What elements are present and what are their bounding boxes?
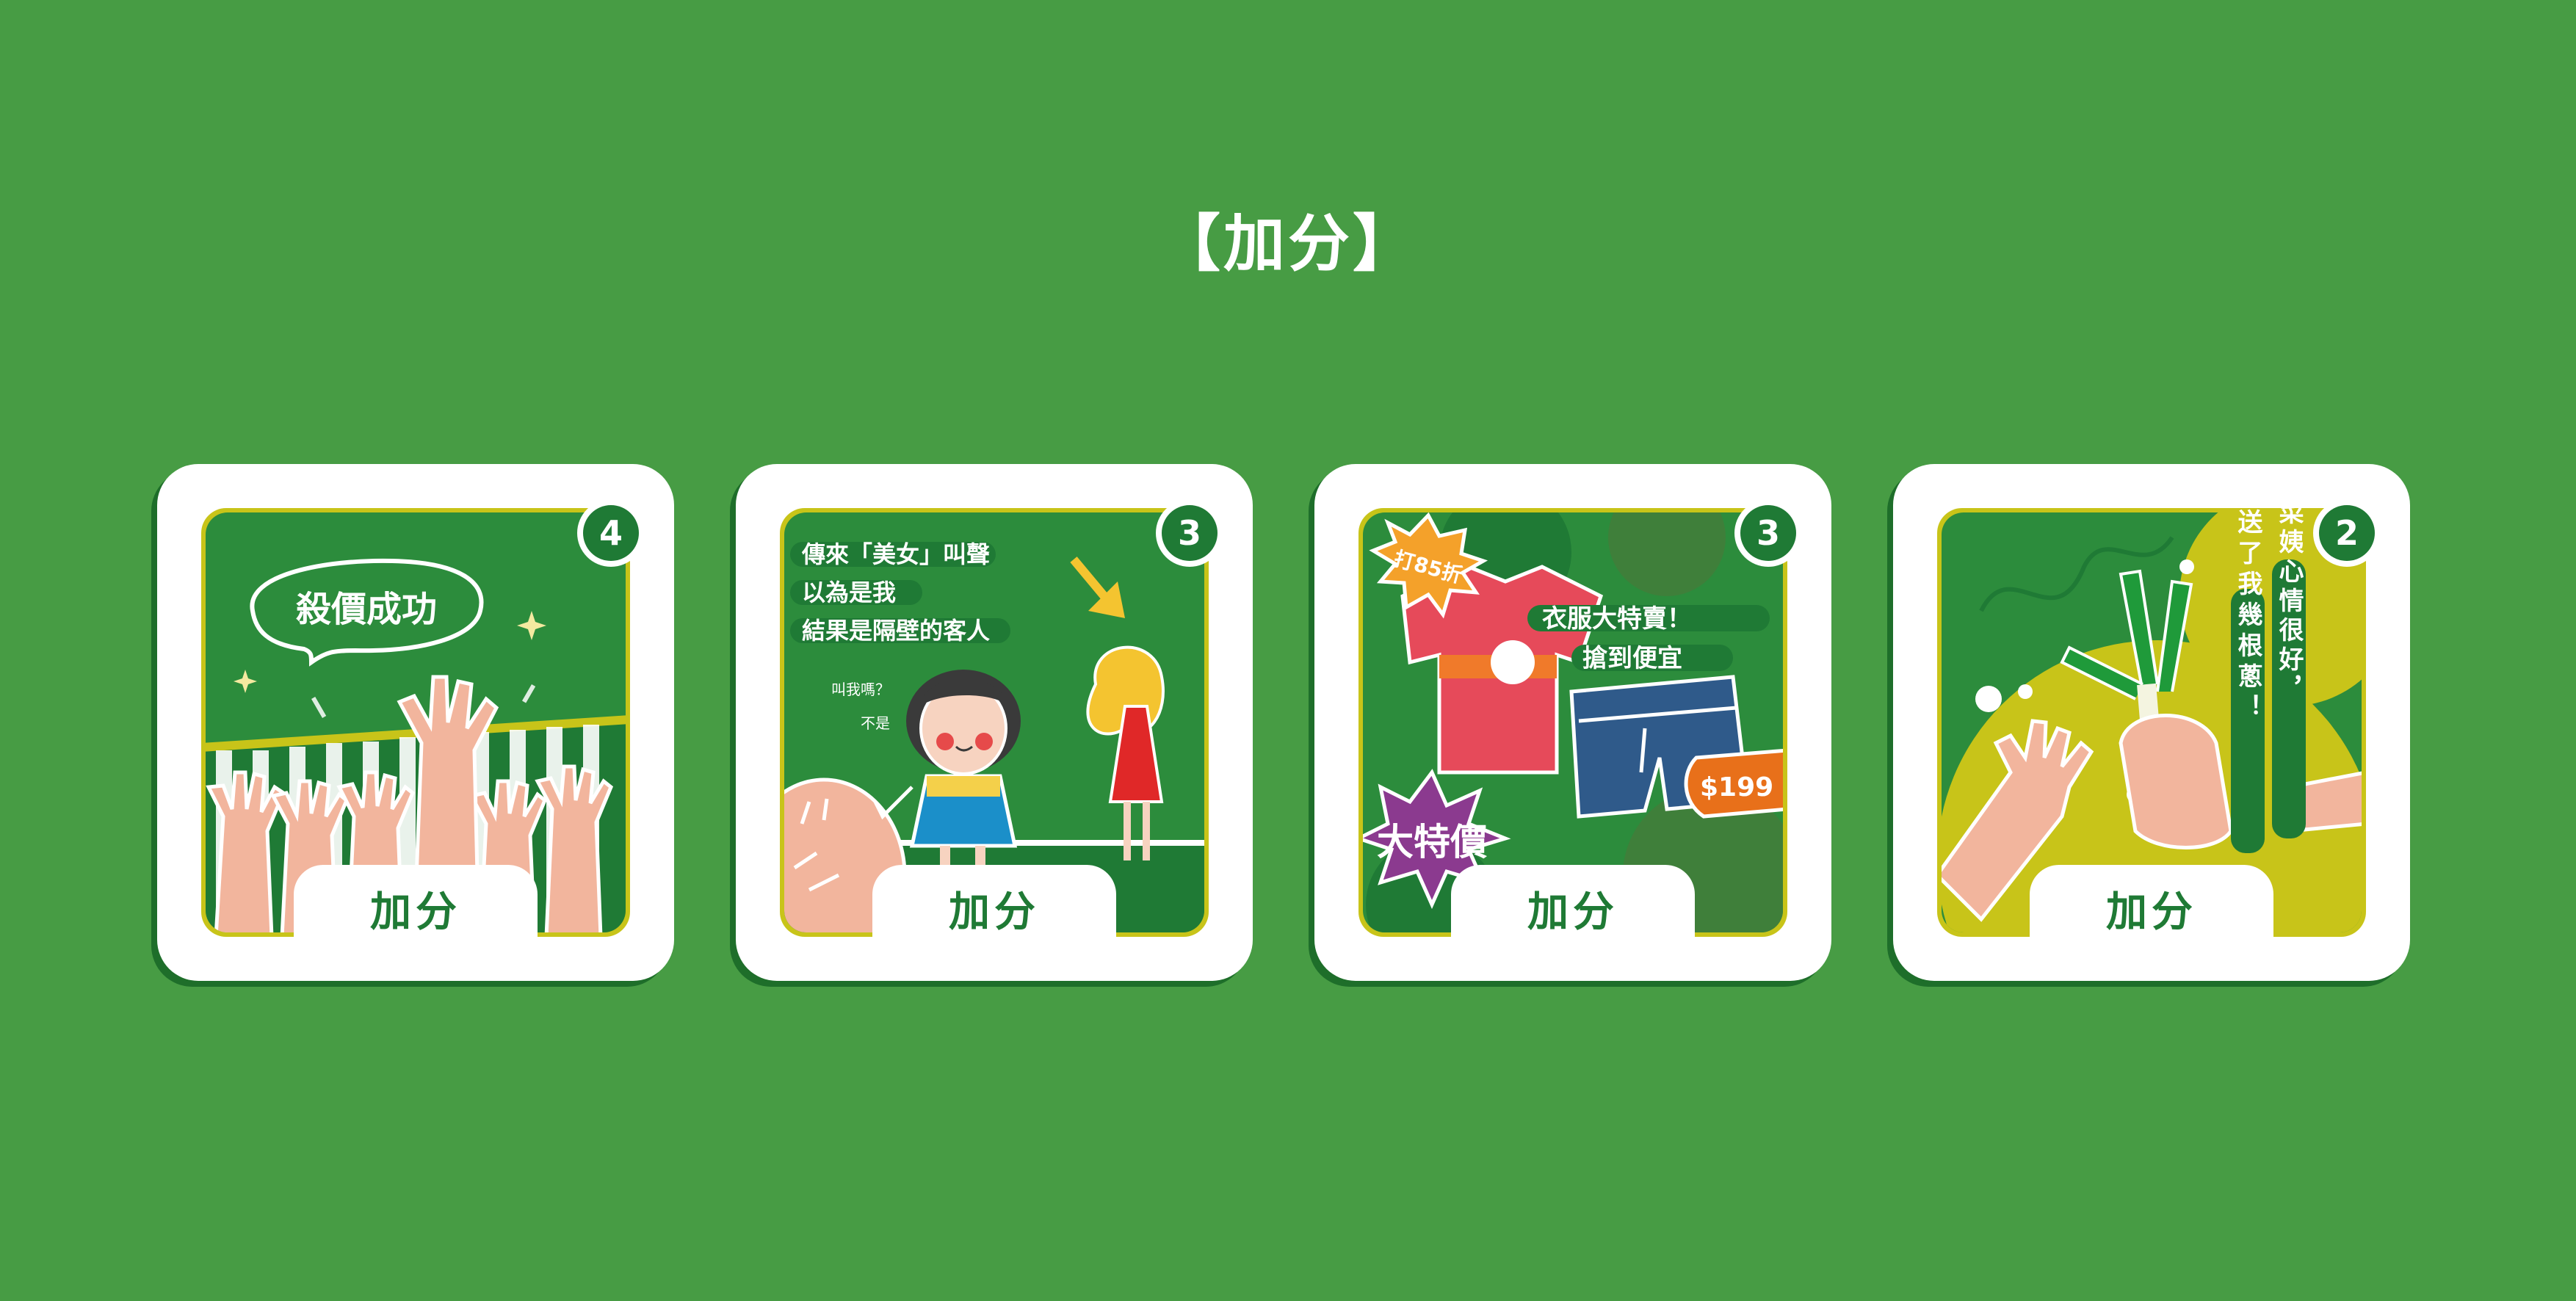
card-kill-price[interactable]: 殺價成功 加分 4 <box>157 464 674 981</box>
card-3-sale: 大特價 <box>1377 821 1487 863</box>
page-title: 【加分】 <box>1158 208 1417 280</box>
score-badge: 4 <box>577 499 645 567</box>
card-4-caption-column-1: 蔬菜姨心情很好， <box>2274 508 2304 705</box>
card-2-answer: 不是 <box>861 714 890 732</box>
score-value: 3 <box>1162 505 1218 561</box>
score-badge: 3 <box>1156 499 1223 567</box>
card-2-caption-line-3: 結果是隔壁的客人 <box>802 617 990 645</box>
card-2-caption-line-1: 傳來「美女」叫聲 <box>801 540 990 568</box>
card-2-question: 叫我嗎？ <box>831 681 890 698</box>
card-clothes-sale[interactable]: 打85折 衣服大特賣！ 搶到便宜 大特價 $199 加分 3 <box>1314 464 1831 981</box>
card-1-caption: 殺價成功 <box>296 589 437 630</box>
score-value: 2 <box>2319 505 2375 561</box>
score-badge: 3 <box>1734 499 1802 567</box>
score-value: 3 <box>1740 505 1796 561</box>
card-beauty-call[interactable]: 傳來「美女」叫聲 以為是我 結果是隔壁的客人 叫我嗎？ 不是 加分 3 <box>736 464 1253 981</box>
card-label: 加分 <box>2030 865 2273 953</box>
card-4-caption-column-2: 送了我幾根蔥！ <box>2233 509 2262 725</box>
card-3-price: $199 <box>1700 772 1773 802</box>
card-2-caption-line-2: 以為是我 <box>802 579 896 606</box>
card-3-caption-line-1: 衣服大特賣！ <box>1542 604 1692 634</box>
score-badge: 2 <box>2313 499 2381 567</box>
card-green-onions[interactable]: 蔬菜姨心情很好， 送了我幾根蔥！ 加分 2 <box>1893 464 2410 981</box>
score-value: 4 <box>583 505 639 561</box>
card-label: 加分 <box>294 865 538 953</box>
card-3-caption-line-2: 搶到便宜 <box>1582 644 1682 673</box>
card-label: 加分 <box>872 865 1116 953</box>
card-label: 加分 <box>1451 865 1695 953</box>
